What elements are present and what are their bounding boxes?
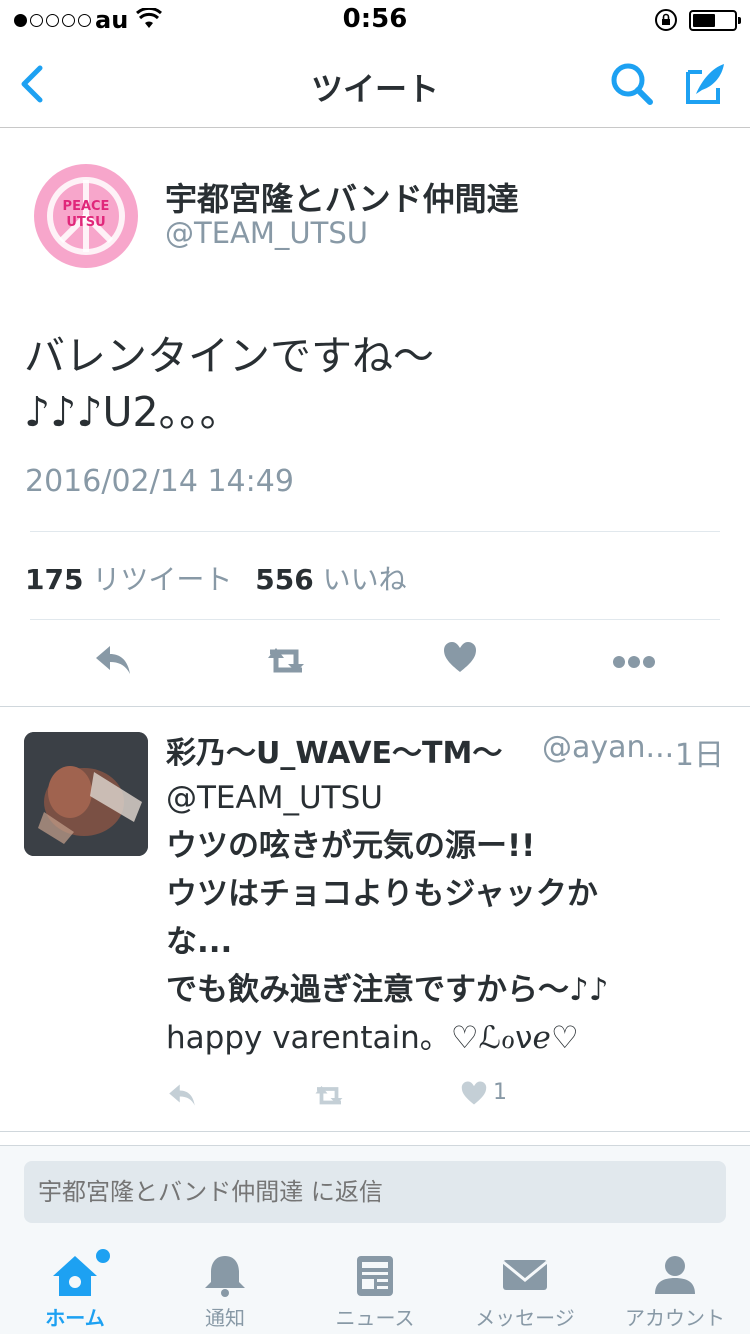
svg-text:PEACE: PEACE bbox=[63, 199, 110, 214]
tab-label: アカウント bbox=[625, 1306, 725, 1330]
search-icon[interactable] bbox=[608, 60, 656, 108]
reply-bar bbox=[0, 1145, 750, 1240]
tab-news[interactable]: ニュース bbox=[300, 1240, 450, 1334]
tab-account[interactable]: アカウント bbox=[600, 1240, 750, 1334]
tab-label: ニュース bbox=[335, 1306, 415, 1330]
reply-actions bbox=[0, 1080, 750, 1114]
reply-icon[interactable] bbox=[166, 1080, 198, 1110]
reply-text-line: な... bbox=[166, 924, 233, 960]
tab-label: ホーム bbox=[45, 1306, 105, 1330]
reply-text-line: ウツの呟きが元気の源ー!! bbox=[166, 828, 536, 864]
author-name[interactable]: 宇都宮隆とバンド仲間達 bbox=[165, 174, 519, 220]
envelope-icon bbox=[502, 1260, 548, 1290]
news-icon bbox=[357, 1256, 393, 1296]
like-heart-icon[interactable] bbox=[442, 640, 478, 674]
author-avatar[interactable]: PEACE UTSU bbox=[34, 164, 138, 268]
notification-dot bbox=[96, 1249, 110, 1263]
divider bbox=[0, 706, 750, 707]
reply-text: @TEAM_UTSU ウツの呟きが元気の源ー!! ウツはチョコよりもジャックか … bbox=[166, 774, 686, 1062]
divider bbox=[0, 1131, 750, 1132]
tab-label: 通知 bbox=[205, 1306, 245, 1330]
more-icon[interactable] bbox=[612, 640, 656, 680]
tweet-text-line: バレンタインですね〜 bbox=[24, 332, 434, 380]
status-time: 0:56 bbox=[342, 4, 408, 34]
reply-text-line: happy varentain。♡ℒℴνℯ♡ bbox=[166, 1020, 579, 1056]
tab-label: メッセージ bbox=[475, 1306, 575, 1330]
reply-input[interactable] bbox=[24, 1161, 726, 1223]
tweet-text: バレンタインですね〜 ♪♪♪U2。。。 bbox=[24, 328, 724, 440]
reply-text-line: ウツはチョコよりもジャックか bbox=[166, 876, 598, 912]
reply-author-handle[interactable]: @ayan... bbox=[542, 730, 674, 765]
like-label[interactable]: いいね bbox=[323, 563, 407, 596]
navigation-bar: ツイート bbox=[0, 40, 750, 128]
reply-icon[interactable] bbox=[92, 640, 134, 680]
bell-icon bbox=[205, 1256, 245, 1297]
tweet-stats: 175 リツイート 556 いいね bbox=[25, 558, 421, 598]
tweet-actions bbox=[0, 640, 750, 686]
compose-icon[interactable] bbox=[680, 58, 730, 108]
retweet-icon[interactable] bbox=[262, 640, 310, 680]
person-icon bbox=[655, 1256, 695, 1294]
tab-messages[interactable]: メッセージ bbox=[450, 1240, 600, 1334]
divider bbox=[30, 531, 720, 532]
reply-time: 1日 bbox=[674, 738, 724, 773]
retweet-count[interactable]: 175 bbox=[25, 563, 83, 596]
like-heart-icon[interactable] bbox=[460, 1080, 488, 1106]
tweet-timestamp: 2016/02/14 14:49 bbox=[25, 464, 294, 499]
tweet-text-line: ♪♪♪U2。。。 bbox=[24, 388, 241, 436]
reply-mention[interactable]: @TEAM_UTSU bbox=[166, 774, 686, 822]
battery-icon bbox=[689, 10, 741, 31]
status-bar: au 0:56 bbox=[0, 0, 750, 40]
tab-home[interactable]: ホーム bbox=[0, 1240, 150, 1334]
retweet-icon[interactable] bbox=[310, 1080, 348, 1110]
tab-notifications[interactable]: 通知 bbox=[150, 1240, 300, 1334]
like-count[interactable]: 556 bbox=[255, 563, 313, 596]
reply-author-name[interactable]: 彩乃〜U_WAVE〜TM〜 bbox=[166, 736, 502, 771]
divider bbox=[30, 619, 720, 620]
orientation-lock-icon bbox=[655, 9, 677, 31]
retweet-label[interactable]: リツイート bbox=[92, 563, 232, 596]
reply-like-count: 1 bbox=[493, 1080, 507, 1105]
peace-logo-icon: PEACE UTSU bbox=[36, 166, 136, 266]
reply-text-line: でも飲み過ぎ注意ですから〜♪♪ bbox=[166, 972, 609, 1008]
reply-header: 彩乃〜U_WAVE〜TM〜 @ayan... 1日 bbox=[166, 728, 726, 773]
svg-text:UTSU: UTSU bbox=[66, 215, 105, 230]
reply-author-avatar[interactable] bbox=[24, 732, 148, 856]
author-handle[interactable]: @TEAM_UTSU bbox=[165, 216, 368, 250]
tab-bar: ホーム 通知 ニュース メッセージ アカウント bbox=[0, 1240, 750, 1334]
